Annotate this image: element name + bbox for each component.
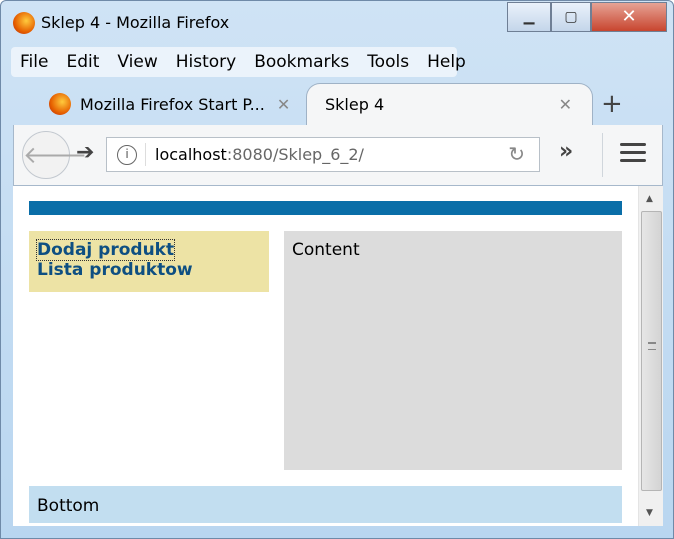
hamburger-menu-icon[interactable]	[620, 143, 646, 162]
firefox-logo-icon	[13, 12, 35, 34]
menu-tools[interactable]: Tools	[358, 52, 418, 72]
page-content: Dodaj produkt Lista produktow Content Bo…	[13, 186, 638, 526]
scroll-up-arrow-icon[interactable]: ▲	[646, 194, 653, 204]
window-title: Sklep 4 - Mozilla Firefox	[41, 13, 230, 32]
forward-button[interactable]: ➔	[76, 140, 94, 165]
tab-firefox-start[interactable]: Mozilla Firefox Start P... ✕	[49, 83, 304, 125]
sidebar-menu: Dodaj produkt Lista produktow	[29, 231, 269, 292]
scroll-down-arrow-icon[interactable]: ▼	[646, 508, 653, 518]
back-button[interactable]: 🡐	[22, 131, 87, 179]
scrollbar-thumb[interactable]	[641, 211, 662, 491]
maximize-button[interactable]: ▢	[551, 2, 591, 32]
close-window-button[interactable]: ✕	[591, 2, 667, 32]
menu-edit[interactable]: Edit	[57, 52, 108, 72]
tab-label: Sklep 4	[325, 95, 385, 114]
menu-view[interactable]: View	[108, 52, 166, 72]
menu-bookmarks[interactable]: Bookmarks	[245, 52, 358, 72]
link-lista-produktow[interactable]: Lista produktow	[37, 260, 261, 280]
footer-text: Bottom	[37, 496, 100, 516]
reload-icon[interactable]: ↻	[508, 138, 525, 171]
overflow-chevron-icon[interactable]: »	[559, 139, 573, 164]
firefox-logo-icon	[49, 93, 71, 115]
menu-file[interactable]: File	[11, 52, 57, 72]
menu-help[interactable]: Help	[418, 52, 475, 72]
link-dodaj-produkt[interactable]: Dodaj produkt	[35, 239, 176, 261]
minimize-button[interactable]: ▁	[507, 2, 551, 32]
url-host: localhost	[155, 145, 227, 164]
header-bar	[29, 201, 622, 215]
navigation-bar: 🡐 ➔ i localhost:8080/Sklep_6_2/ ↻ »	[13, 125, 663, 186]
content-box: Content	[284, 231, 622, 470]
url-bar[interactable]: i localhost:8080/Sklep_6_2/ ↻	[106, 137, 540, 172]
footer: Bottom	[29, 486, 622, 523]
menu-history[interactable]: History	[167, 52, 245, 72]
tab-label: Mozilla Firefox Start P...	[80, 94, 265, 114]
vertical-scrollbar[interactable]: ▲ ▼	[638, 186, 663, 526]
new-tab-button[interactable]: +	[601, 89, 623, 119]
tab-sklep-4[interactable]: Sklep 4 ✕	[306, 83, 593, 125]
browser-window: Sklep 4 - Mozilla Firefox ▁ ▢ ✕ File Edi…	[0, 0, 674, 539]
menu-bar: File Edit View History Bookmarks Tools H…	[11, 47, 466, 77]
tab-close-icon[interactable]: ✕	[559, 95, 572, 114]
info-icon[interactable]: i	[117, 145, 137, 165]
tab-close-icon[interactable]: ✕	[277, 95, 290, 114]
content-text: Content	[292, 240, 360, 260]
url-path: :8080/Sklep_6_2/	[226, 145, 364, 164]
